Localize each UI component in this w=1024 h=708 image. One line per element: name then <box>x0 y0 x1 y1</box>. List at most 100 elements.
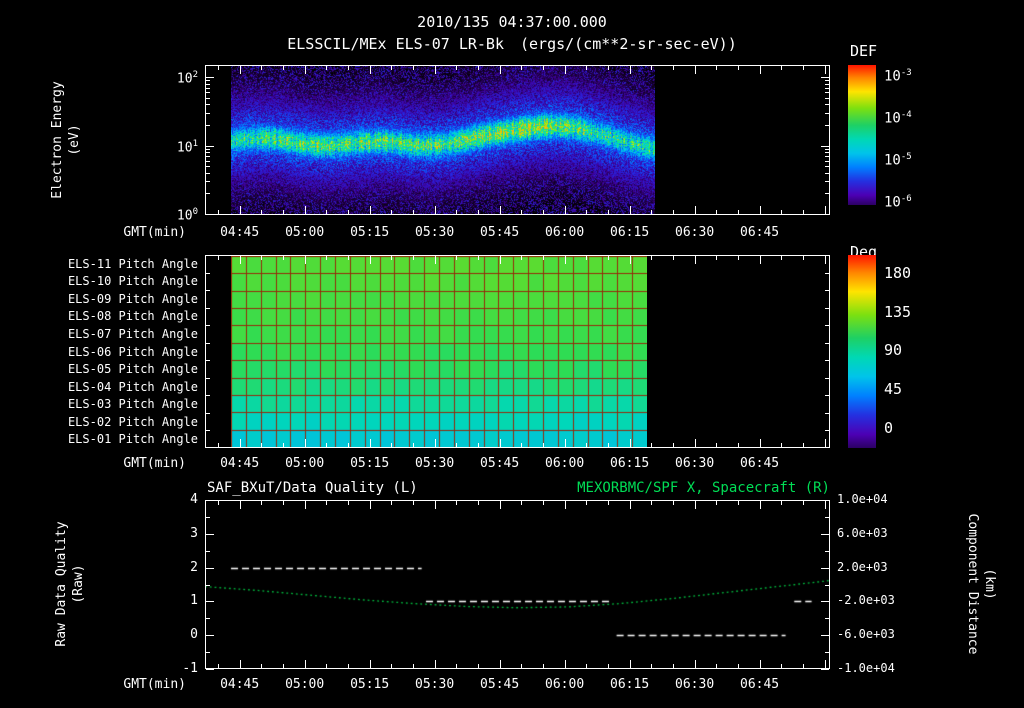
tick-mark <box>608 210 609 214</box>
tick-mark <box>673 664 674 668</box>
pitch-row-label: ELS-10 Pitch Angle <box>67 274 198 289</box>
tick-mark <box>586 66 587 70</box>
x-tick-label: 06:00 <box>545 456 585 471</box>
tick-mark <box>673 443 674 447</box>
tick-mark <box>456 664 457 668</box>
tick-mark <box>435 501 436 509</box>
tick-mark <box>673 256 674 260</box>
tick-mark <box>825 652 829 653</box>
y-tick-label-right: -1.0e+04 <box>837 661 895 675</box>
tick-mark <box>206 152 210 153</box>
tick-mark <box>543 443 544 447</box>
tick-mark <box>716 210 717 214</box>
colorbar-tick-label: 10-3 <box>884 68 912 85</box>
tick-mark <box>370 439 371 447</box>
tick-mark <box>825 181 829 182</box>
x-tick-label: 05:15 <box>350 677 390 692</box>
energy-axis-label-line2: (eV) <box>67 124 82 156</box>
x-tick-label: 05:45 <box>480 456 520 471</box>
distance-axis-label-line2: (km) <box>982 568 997 600</box>
y-tick-label: -1 <box>182 661 198 676</box>
tick-mark <box>218 501 219 505</box>
tick-mark <box>651 66 652 70</box>
y-tick-label: 3 <box>190 525 198 541</box>
tick-mark <box>608 66 609 70</box>
tick-mark <box>206 652 210 653</box>
tick-mark <box>206 669 214 670</box>
pitch-row-label: ELS-01 Pitch Angle <box>67 432 198 447</box>
colorbar-tick-label: 10-4 <box>884 110 912 127</box>
tick-mark <box>283 664 284 668</box>
tick-mark <box>673 66 674 70</box>
tick-mark <box>565 660 566 668</box>
tick-mark <box>206 534 214 535</box>
tick-mark <box>413 210 414 214</box>
x-tick-label: 06:15 <box>610 225 650 240</box>
tick-mark <box>500 206 501 214</box>
tick-mark <box>206 173 210 174</box>
x-tick-label: 06:00 <box>545 677 585 692</box>
tick-mark <box>326 664 327 668</box>
deg-colorbar <box>848 255 876 448</box>
tick-mark <box>206 92 210 93</box>
x-tick-label: 06:30 <box>675 456 715 471</box>
tick-mark <box>206 125 210 126</box>
tick-mark <box>651 256 652 260</box>
tick-mark <box>781 210 782 214</box>
tick-mark <box>206 214 214 215</box>
tick-mark <box>261 664 262 668</box>
quality-panel-frame <box>205 500 830 669</box>
tick-mark <box>206 113 210 114</box>
tick-mark <box>206 273 210 274</box>
tick-mark <box>565 66 566 74</box>
tick-mark <box>478 66 479 70</box>
tick-mark <box>695 501 696 509</box>
tick-mark <box>206 146 214 147</box>
tick-mark <box>781 66 782 70</box>
tick-mark <box>261 210 262 214</box>
pitch-row-label: ELS-03 Pitch Angle <box>67 397 198 412</box>
tick-mark <box>521 664 522 668</box>
tick-mark <box>825 325 829 326</box>
x-tick-label: 04:45 <box>220 456 260 471</box>
tick-mark <box>305 206 306 214</box>
y-tick-label-right: 6.0e+03 <box>837 525 888 540</box>
x-tick-label: 06:45 <box>740 456 780 471</box>
tick-mark <box>738 664 739 668</box>
tick-mark <box>716 66 717 70</box>
colorbar-tick-label: 10-6 <box>884 194 912 211</box>
tick-mark <box>206 290 210 291</box>
tick-mark <box>478 443 479 447</box>
tick-mark <box>825 660 826 668</box>
tick-mark <box>348 256 349 260</box>
quality-series-title: SAF_BXuT/Data Quality (L) <box>207 480 418 496</box>
distance-series-title: MEXORBMC/SPF X, Spacecraft (R) <box>577 480 830 496</box>
tick-mark <box>370 501 371 509</box>
y-tick-label: 101 <box>176 139 198 156</box>
tick-mark <box>716 664 717 668</box>
pitch-row-label: ELS-08 Pitch Angle <box>67 309 198 324</box>
tick-mark <box>206 104 210 105</box>
y-tick-label: 0 <box>190 627 198 643</box>
tick-mark <box>821 500 829 501</box>
pitch-row-label: ELS-07 Pitch Angle <box>67 326 198 341</box>
tick-mark <box>760 206 761 214</box>
tick-mark <box>370 66 371 74</box>
tick-mark <box>435 256 436 264</box>
tick-mark <box>565 206 566 214</box>
tick-mark <box>825 80 829 81</box>
tick-mark <box>348 664 349 668</box>
tick-mark <box>305 660 306 668</box>
tick-mark <box>695 206 696 214</box>
tick-mark <box>305 439 306 447</box>
tick-mark <box>261 501 262 505</box>
y-tick-label: 2 <box>190 559 198 575</box>
tick-mark <box>760 501 761 509</box>
pitch-row-label: ELS-06 Pitch Angle <box>67 344 198 359</box>
tick-mark <box>608 664 609 668</box>
tick-mark <box>206 551 210 552</box>
tick-mark <box>821 635 829 636</box>
tick-mark <box>326 256 327 260</box>
timestamp-title: 2010/135 04:37:00.000 <box>417 13 607 31</box>
tick-mark <box>586 443 587 447</box>
